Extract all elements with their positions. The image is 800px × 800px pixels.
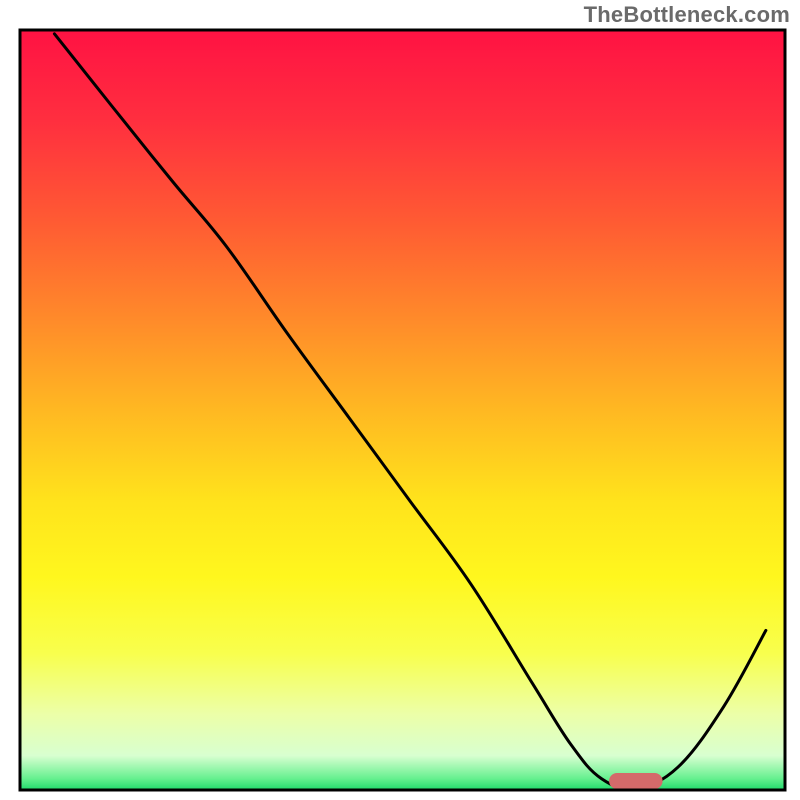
chart-container: TheBottleneck.com bbox=[0, 0, 800, 800]
optimal-marker bbox=[609, 773, 663, 789]
watermark-text: TheBottleneck.com bbox=[584, 2, 790, 28]
gradient-background bbox=[20, 30, 785, 790]
bottleneck-chart bbox=[0, 0, 800, 800]
